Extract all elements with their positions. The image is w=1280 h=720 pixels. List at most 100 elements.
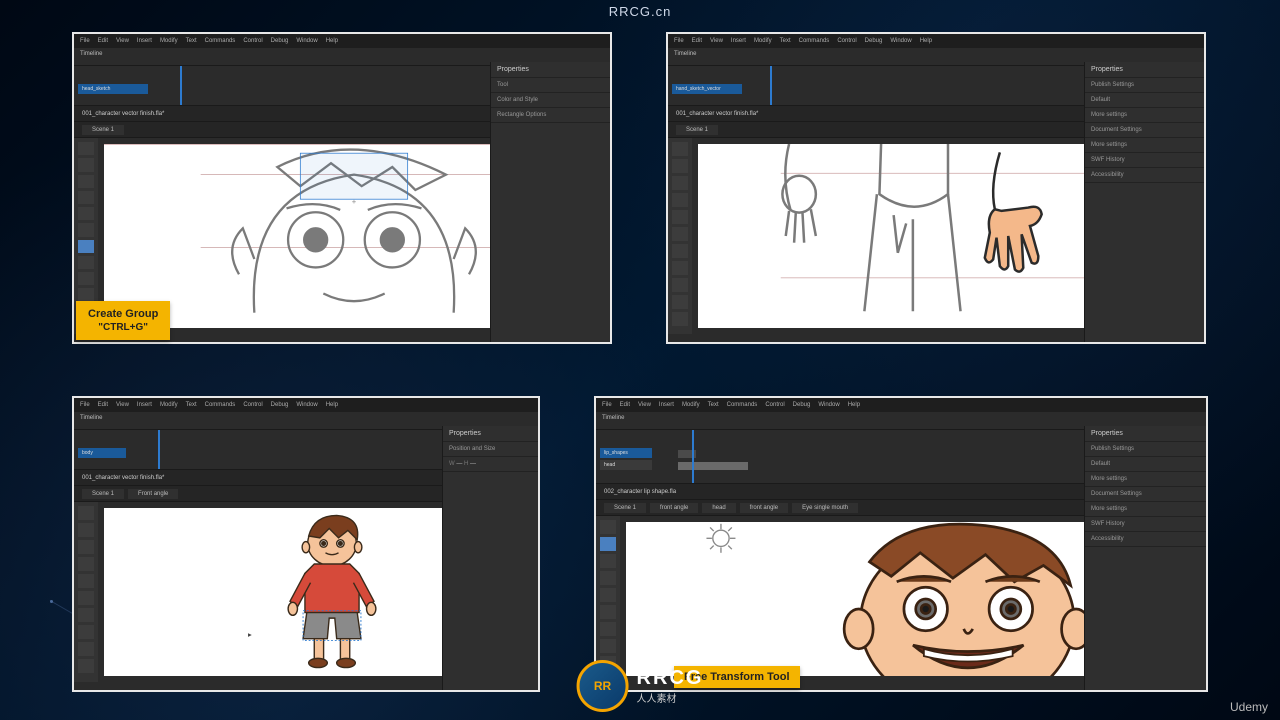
swf-history[interactable]: SWF History: [1085, 153, 1204, 168]
menu-item[interactable]: Debug: [271, 402, 289, 408]
pen-tool-icon[interactable]: [78, 574, 94, 588]
symbol-tab[interactable]: front angle: [740, 503, 788, 513]
more-settings-2[interactable]: More settings: [1085, 502, 1206, 517]
eraser-icon[interactable]: [672, 312, 688, 326]
menu-item[interactable]: Edit: [98, 38, 108, 44]
scene-tab[interactable]: Scene 1: [676, 125, 718, 135]
text-tool-icon[interactable]: [78, 591, 94, 605]
menu-item[interactable]: View: [638, 402, 651, 408]
playhead[interactable]: [158, 430, 160, 469]
free-transform-icon[interactable]: [600, 537, 616, 551]
menu-item[interactable]: Control: [765, 402, 784, 408]
menu-item[interactable]: Insert: [731, 38, 746, 44]
swf-history[interactable]: SWF History: [1085, 517, 1206, 532]
menu-item[interactable]: Window: [296, 402, 317, 408]
brush-tool-icon[interactable]: [78, 256, 94, 269]
menu-item[interactable]: File: [80, 402, 90, 408]
hand-tool-icon[interactable]: [78, 659, 94, 673]
accessibility[interactable]: Accessibility: [1085, 168, 1204, 183]
menu-item[interactable]: Text: [186, 38, 197, 44]
eyedropper-icon[interactable]: [672, 295, 688, 309]
menubar[interactable]: FileEditViewInsertModifyTextCommandsCont…: [74, 398, 538, 412]
menubar[interactable]: File Edit View Insert Modify Text Commands Cont…: [596, 398, 1206, 412]
line-tool-icon[interactable]: [672, 244, 688, 258]
menu-item[interactable]: Text: [186, 402, 197, 408]
toolbox[interactable]: [74, 502, 98, 682]
menu-item[interactable]: Insert: [659, 402, 674, 408]
properties-panel[interactable]: Properties Publish Settings Default More…: [1084, 62, 1204, 342]
menu-item[interactable]: Edit: [692, 38, 702, 44]
menu-item[interactable]: Help: [848, 402, 860, 408]
file-tab[interactable]: 001_character vector finish.fla*: [82, 111, 164, 117]
paint-bucket-icon[interactable]: [672, 278, 688, 292]
selection-tool-icon[interactable]: [78, 506, 94, 520]
subselection-tool-icon[interactable]: [78, 158, 94, 171]
text-tool-icon[interactable]: [672, 227, 688, 241]
playhead[interactable]: [770, 66, 772, 105]
menu-item[interactable]: Window: [818, 402, 839, 408]
eyedropper-icon[interactable]: [78, 288, 94, 301]
menu-item[interactable]: Edit: [98, 402, 108, 408]
default-profile[interactable]: Default: [1091, 97, 1110, 103]
brush-tool-icon[interactable]: [78, 608, 94, 622]
scene-tab[interactable]: Scene 1: [82, 489, 124, 499]
eraser-icon[interactable]: [600, 639, 616, 653]
layer-row[interactable]: head_sketch: [78, 84, 148, 94]
pen-tool-icon[interactable]: [600, 571, 616, 585]
more-settings[interactable]: More settings: [1085, 108, 1204, 123]
menu-item[interactable]: Control: [837, 38, 856, 44]
file-tab[interactable]: 001_character vector finish.fla*: [676, 111, 758, 117]
menu-item[interactable]: Debug: [793, 402, 811, 408]
menu-item[interactable]: Text: [780, 38, 791, 44]
text-tool-icon[interactable]: [600, 588, 616, 602]
toolbox[interactable]: [596, 516, 620, 682]
scene-tab[interactable]: Scene 1: [82, 125, 124, 135]
menu-item[interactable]: Help: [326, 402, 338, 408]
menu-item[interactable]: File: [80, 38, 90, 44]
menu-item[interactable]: File: [674, 38, 684, 44]
menubar[interactable]: File Edit View Insert Modify Text Comman…: [74, 34, 610, 48]
menu-item[interactable]: Window: [296, 38, 317, 44]
eraser-icon[interactable]: [78, 642, 94, 656]
menubar[interactable]: FileEditViewInsertModifyTextCommandsCont…: [668, 34, 1204, 48]
menu-item[interactable]: Text: [708, 402, 719, 408]
pen-tool-icon[interactable]: [672, 210, 688, 224]
file-tab[interactable]: 002_character lip shape.fla: [604, 489, 676, 495]
document-settings[interactable]: Document Settings: [1085, 487, 1206, 502]
properties-panel[interactable]: Properties Tool Color and Style Rectangl…: [490, 62, 610, 342]
selection-tool-icon[interactable]: [672, 142, 688, 156]
menu-item[interactable]: Modify: [160, 38, 178, 44]
more-settings-2[interactable]: More settings: [1085, 138, 1204, 153]
paint-bucket-icon[interactable]: [600, 622, 616, 636]
playhead[interactable]: [180, 66, 182, 105]
menu-item[interactable]: Insert: [137, 402, 152, 408]
publish-settings[interactable]: Publish Settings: [1085, 78, 1204, 93]
menu-item[interactable]: Modify: [682, 402, 700, 408]
menu-item[interactable]: Commands: [727, 402, 758, 408]
menu-item[interactable]: Commands: [799, 38, 830, 44]
lasso-tool-icon[interactable]: [78, 191, 94, 204]
lasso-tool-icon[interactable]: [600, 554, 616, 568]
view-tab[interactable]: front angle: [650, 503, 698, 513]
menu-item[interactable]: Edit: [620, 402, 630, 408]
menu-item[interactable]: Commands: [205, 402, 236, 408]
menu-item[interactable]: Insert: [137, 38, 152, 44]
menu-item[interactable]: File: [602, 402, 612, 408]
subselection-tool-icon[interactable]: [78, 523, 94, 537]
document-settings[interactable]: Document Settings: [1085, 123, 1204, 138]
selection-tool-icon[interactable]: [600, 520, 616, 534]
properties-panel[interactable]: Properties Position and Size W — H —: [442, 426, 538, 690]
menu-item[interactable]: View: [116, 38, 129, 44]
layer-row[interactable]: hand_sketch_vector: [672, 84, 742, 94]
layer-row-a[interactable]: lip_shapes: [600, 448, 652, 458]
accessibility[interactable]: Accessibility: [1085, 532, 1206, 547]
more-settings[interactable]: More settings: [1085, 472, 1206, 487]
paint-bucket-icon[interactable]: [78, 272, 94, 285]
menu-item[interactable]: Control: [243, 38, 262, 44]
menu-item[interactable]: Window: [890, 38, 911, 44]
menu-item[interactable]: Modify: [160, 402, 178, 408]
pen-tool-icon[interactable]: [78, 207, 94, 220]
publish-settings[interactable]: Publish Settings: [1085, 442, 1206, 457]
scene-tab[interactable]: Scene 1: [604, 503, 646, 513]
menu-item[interactable]: View: [116, 402, 129, 408]
